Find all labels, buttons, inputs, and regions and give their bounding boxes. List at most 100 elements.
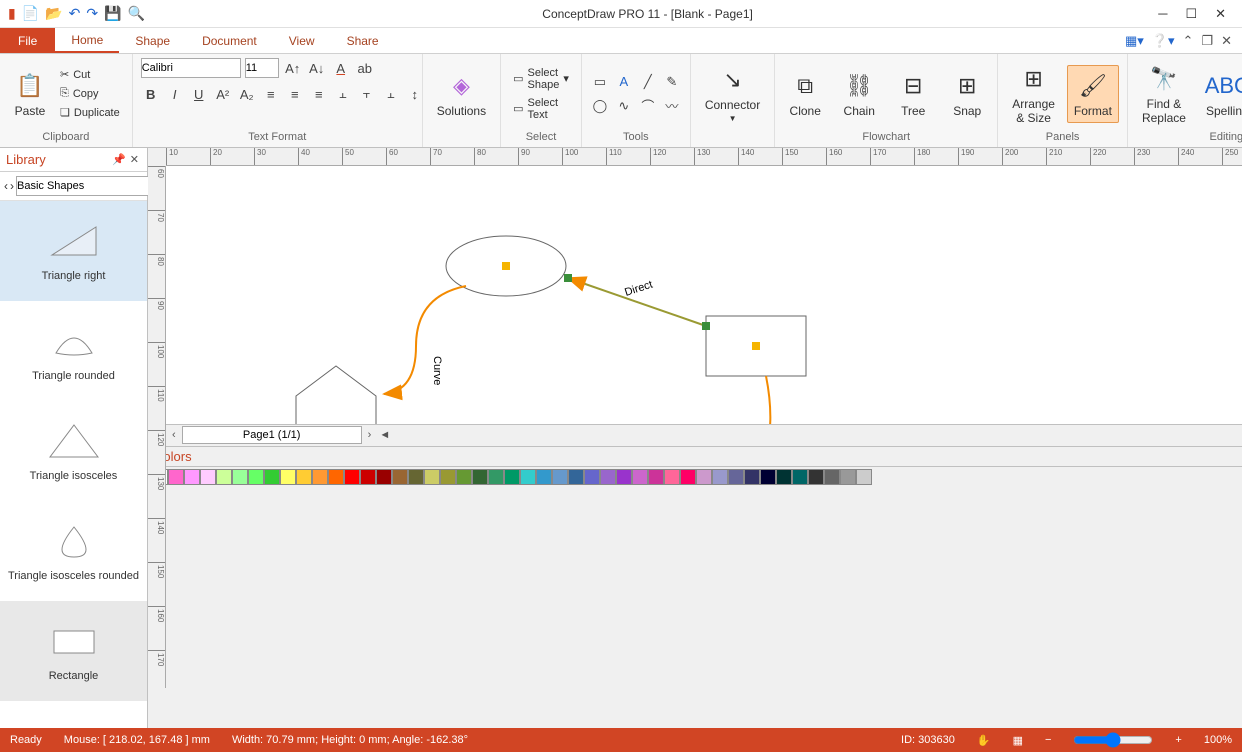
color-swatch[interactable] <box>664 469 680 485</box>
color-swatch[interactable] <box>632 469 648 485</box>
color-swatch[interactable] <box>696 469 712 485</box>
text-tool-icon[interactable]: A <box>614 72 634 92</box>
align-middle-icon[interactable]: ⫟ <box>357 84 377 104</box>
color-swatch[interactable] <box>264 469 280 485</box>
color-swatch[interactable] <box>360 469 376 485</box>
copy-button[interactable]: ⎘Copy <box>56 85 124 102</box>
select-text-button[interactable]: ▭Select Text <box>509 95 573 123</box>
rect-tool-icon[interactable]: ▭ <box>590 72 610 92</box>
color-swatch[interactable] <box>840 469 856 485</box>
minimize-ribbon-icon[interactable]: ⌃ <box>1183 33 1194 49</box>
lib-item-rectangle[interactable]: Rectangle <box>0 601 147 701</box>
zoom-in-icon[interactable]: + <box>1175 734 1181 746</box>
duplicate-button[interactable]: ❏Duplicate <box>56 104 124 121</box>
format-panel-button[interactable]: 🖌Format <box>1067 65 1119 123</box>
tab-share[interactable]: Share <box>331 28 395 53</box>
ruler-horizontal[interactable]: 1020304050607080901001101201301401501601… <box>166 148 1242 166</box>
color-swatch[interactable] <box>584 469 600 485</box>
scroll-left-icon[interactable]: ◄ <box>377 429 392 441</box>
drawing-canvas[interactable]: Curve Direct Arc Smart Bezier <box>166 166 1242 424</box>
pen-tool-icon[interactable]: ✎ <box>662 72 682 92</box>
ruler-vertical[interactable]: 60708090100110120130140150160170 <box>148 166 166 688</box>
color-swatch[interactable] <box>392 469 408 485</box>
align-top-icon[interactable]: ⫠ <box>333 84 353 104</box>
cut-button[interactable]: ✂Cut <box>56 66 124 83</box>
maximize-icon[interactable]: ☐ <box>1185 6 1197 22</box>
color-swatch[interactable] <box>184 469 200 485</box>
curve-tool-icon[interactable]: ∿ <box>614 96 634 116</box>
zoom-icon[interactable]: 🔍 <box>128 5 145 22</box>
color-swatch[interactable] <box>200 469 216 485</box>
shrink-font-icon[interactable]: A↓ <box>307 58 327 78</box>
restore-child-icon[interactable]: ❐ <box>1201 33 1213 49</box>
tab-shape[interactable]: Shape <box>119 28 186 53</box>
next-page-icon[interactable]: › <box>366 429 374 441</box>
color-swatch[interactable] <box>312 469 328 485</box>
color-swatch[interactable] <box>792 469 808 485</box>
undo-icon[interactable]: ↶ <box>69 5 81 22</box>
color-swatch[interactable] <box>408 469 424 485</box>
color-swatch[interactable] <box>616 469 632 485</box>
bold-icon[interactable]: B <box>141 84 161 104</box>
save-icon[interactable]: 💾 <box>104 5 121 22</box>
close-child-icon[interactable]: ✕ <box>1221 33 1232 49</box>
color-swatch[interactable] <box>424 469 440 485</box>
page-indicator[interactable] <box>182 426 362 444</box>
color-swatch[interactable] <box>552 469 568 485</box>
color-swatch[interactable] <box>776 469 792 485</box>
open-icon[interactable]: 📂 <box>45 5 62 22</box>
color-swatch[interactable] <box>568 469 584 485</box>
lib-item-triangle-rounded[interactable]: Triangle rounded <box>0 301 147 401</box>
shape-set-select[interactable] <box>16 176 160 196</box>
zoom-slider[interactable] <box>1073 732 1153 748</box>
color-swatch[interactable] <box>808 469 824 485</box>
color-swatch[interactable] <box>856 469 872 485</box>
paste-button[interactable]: 📋 Paste <box>8 66 52 122</box>
font-size-select[interactable] <box>245 58 279 78</box>
lib-item-triangle-isosceles[interactable]: Triangle isosceles <box>0 401 147 501</box>
connector-button[interactable]: ↘ Connector▼ <box>699 60 766 127</box>
arrange-size-button[interactable]: ⊞Arrange & Size <box>1006 59 1061 129</box>
line-tool-icon[interactable]: ╱ <box>638 72 658 92</box>
color-swatch[interactable] <box>728 469 744 485</box>
chain-button[interactable]: ⛓Chain <box>837 66 881 122</box>
ellipse-tool-icon[interactable]: ◯ <box>590 96 610 116</box>
color-swatch[interactable] <box>344 469 360 485</box>
arc-tool-icon[interactable]: ⌒ <box>638 96 658 116</box>
tab-document[interactable]: Document <box>186 28 273 53</box>
color-swatch[interactable] <box>600 469 616 485</box>
clone-button[interactable]: ⧉Clone <box>783 66 827 122</box>
close-icon[interactable]: ✕ <box>1215 6 1226 22</box>
color-swatch[interactable] <box>168 469 184 485</box>
help-icon[interactable]: ❔▾ <box>1152 33 1175 49</box>
subscript-icon[interactable]: A₂ <box>237 84 257 104</box>
snap-button[interactable]: ⊞Snap <box>945 66 989 122</box>
color-swatch[interactable] <box>456 469 472 485</box>
color-swatch[interactable] <box>296 469 312 485</box>
align-left-icon[interactable]: ≡ <box>261 84 281 104</box>
prev-set-icon[interactable]: ‹ <box>4 179 8 193</box>
pan-mode-icon[interactable]: ✋ <box>977 734 991 747</box>
color-swatch[interactable] <box>488 469 504 485</box>
underline-icon[interactable]: U <box>189 84 209 104</box>
new-icon[interactable]: 📄 <box>22 5 39 22</box>
find-replace-button[interactable]: 🔭Find & Replace <box>1136 59 1192 129</box>
close-panel-icon[interactable]: ✕ <box>128 153 141 166</box>
color-swatch[interactable] <box>376 469 392 485</box>
pin-icon[interactable]: 📌 <box>110 153 128 166</box>
grow-font-icon[interactable]: A↑ <box>283 58 303 78</box>
color-swatch[interactable] <box>216 469 232 485</box>
line-spacing-icon[interactable]: ↕ <box>405 84 425 104</box>
redo-icon[interactable]: ↷ <box>86 5 98 22</box>
select-shape-button[interactable]: ▭Select Shape▾ <box>509 65 573 93</box>
align-right-icon[interactable]: ≡ <box>309 84 329 104</box>
tree-button[interactable]: ⊟Tree <box>891 66 935 122</box>
app-icon[interactable]: ▮ <box>8 5 16 22</box>
panels-icon[interactable]: ▦▾ <box>1125 33 1144 49</box>
freehand-tool-icon[interactable]: 〰 <box>662 96 682 116</box>
lib-item-triangle-right[interactable]: Triangle right <box>0 201 147 301</box>
snap-mode-icon[interactable]: ▦ <box>1013 734 1023 747</box>
color-swatch[interactable] <box>440 469 456 485</box>
superscript-icon[interactable]: A² <box>213 84 233 104</box>
color-swatch[interactable] <box>680 469 696 485</box>
